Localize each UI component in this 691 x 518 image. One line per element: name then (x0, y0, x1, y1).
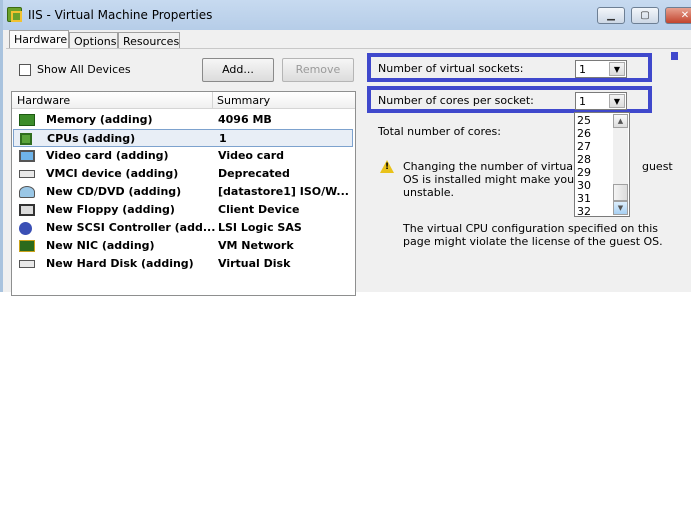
tab-options[interactable]: Options (69, 32, 118, 49)
show-all-devices-checkbox[interactable] (19, 64, 31, 76)
hardware-summary: Client Device (218, 203, 300, 216)
dropdown-option[interactable]: 26 (577, 127, 591, 140)
device-icon (19, 170, 35, 178)
add-button[interactable]: Add... (202, 58, 274, 82)
hardware-name: New NIC (adding) (46, 239, 155, 252)
tab-hardware[interactable]: Hardware (9, 30, 69, 49)
cores-dropdown-list[interactable]: 25 26 27 28 29 30 31 32 ▲ ▼ (574, 112, 630, 218)
hardware-name: New SCSI Controller (add... (46, 221, 216, 234)
vm-properties-window: IIS - Virtual Machine Properties ▁ ▢ ✕ H… (0, 0, 691, 296)
list-header: Hardware Summary (12, 92, 355, 109)
monitor-icon (19, 150, 35, 162)
dropdown-option[interactable]: 30 (577, 179, 591, 192)
hardware-name: Memory (adding) (46, 113, 153, 126)
cores-select[interactable]: 1 ▼ (575, 92, 627, 110)
scroll-down-icon[interactable]: ▼ (613, 201, 628, 215)
hardware-summary: 1 (219, 132, 227, 145)
warning-line-1b: guest (641, 160, 673, 173)
memory-icon (19, 114, 35, 126)
cd-dvd-icon (19, 186, 35, 198)
warning-icon (380, 160, 394, 173)
column-summary[interactable]: Summary (217, 94, 270, 107)
hardware-summary: Deprecated (218, 167, 290, 180)
minimize-button[interactable]: ▁ (597, 7, 625, 24)
table-row[interactable]: Memory (adding) 4096 MB (13, 111, 353, 129)
hardware-list: Hardware Summary Memory (adding) 4096 MB C… (11, 91, 356, 296)
tab-resources[interactable]: Resources (118, 32, 180, 49)
warning-line-1: Changing the number of virtual CPU (403, 160, 602, 173)
maximize-button[interactable]: ▢ (631, 7, 659, 24)
license-note: The virtual CPU configuration specified … (403, 222, 663, 248)
hardware-name: CPUs (adding) (47, 132, 136, 145)
dropdown-option[interactable]: 29 (577, 166, 591, 179)
warning-text: Changing the number of virtual CPU guest … (403, 160, 673, 199)
total-cores-label: Total number of cores: (378, 125, 501, 138)
chevron-down-icon[interactable]: ▼ (609, 62, 625, 76)
table-row[interactable]: VMCI device (adding) Deprecated (13, 165, 353, 183)
hardware-name: Video card (adding) (46, 149, 169, 162)
scroll-up-icon[interactable]: ▲ (613, 114, 628, 128)
hardware-name: New CD/DVD (adding) (46, 185, 182, 198)
cores-value: 1 (579, 95, 586, 108)
dropdown-option[interactable]: 28 (577, 153, 591, 166)
vsphere-app-icon (7, 7, 22, 22)
sockets-value: 1 (579, 63, 586, 76)
hardware-summary: 4096 MB (218, 113, 272, 126)
window-title: IIS - Virtual Machine Properties (28, 8, 213, 22)
hardware-summary: Virtual Disk (218, 257, 291, 270)
show-all-devices-label[interactable]: Show All Devices (37, 63, 131, 76)
dropdown-option[interactable]: 31 (577, 192, 591, 205)
sockets-label: Number of virtual sockets: (378, 62, 524, 75)
warning-line-3: unstable. (403, 186, 455, 199)
hardware-name: New Floppy (adding) (46, 203, 175, 216)
highlight-marker (671, 52, 678, 60)
table-row[interactable]: CPUs (adding) 1 (13, 129, 353, 147)
hardware-name: VMCI device (adding) (46, 167, 179, 180)
hardware-name: New Hard Disk (adding) (46, 257, 194, 270)
table-row[interactable]: New NIC (adding) VM Network (13, 237, 353, 255)
cpu-icon (20, 133, 32, 145)
remove-button[interactable]: Remove (282, 58, 354, 82)
table-row[interactable]: New CD/DVD (adding) [datastore1] ISO/W... (13, 183, 353, 201)
nic-icon (19, 240, 35, 252)
scsi-icon (19, 222, 32, 235)
dropdown-option[interactable]: 25 (577, 114, 591, 127)
hardware-summary: VM Network (218, 239, 294, 252)
table-row[interactable]: New Hard Disk (adding) Virtual Disk (13, 255, 353, 273)
table-row[interactable]: New SCSI Controller (add... LSI Logic SAS (13, 219, 353, 237)
hardware-summary: LSI Logic SAS (218, 221, 302, 234)
floppy-icon (19, 204, 35, 216)
column-hardware[interactable]: Hardware (17, 94, 70, 107)
chevron-down-icon[interactable]: ▼ (609, 94, 625, 108)
hardware-summary: Video card (218, 149, 285, 162)
scroll-thumb[interactable] (613, 184, 628, 201)
sockets-select[interactable]: 1 ▼ (575, 60, 627, 78)
title-bar: IIS - Virtual Machine Properties ▁ ▢ ✕ (3, 0, 691, 30)
dropdown-option[interactable]: 27 (577, 140, 591, 153)
dropdown-scrollbar[interactable]: ▲ ▼ (613, 114, 628, 215)
hard-disk-icon (19, 260, 35, 268)
close-button[interactable]: ✕ (665, 7, 691, 24)
table-row[interactable]: New Floppy (adding) Client Device (13, 201, 353, 219)
dropdown-option[interactable]: 32 (577, 205, 591, 218)
warning-line-2: OS is installed might make your virtu (403, 173, 608, 186)
table-row[interactable]: Video card (adding) Video card (13, 147, 353, 165)
tab-panel-border (6, 48, 691, 49)
hardware-summary: [datastore1] ISO/W... (218, 185, 349, 198)
cores-label: Number of cores per socket: (378, 94, 534, 107)
